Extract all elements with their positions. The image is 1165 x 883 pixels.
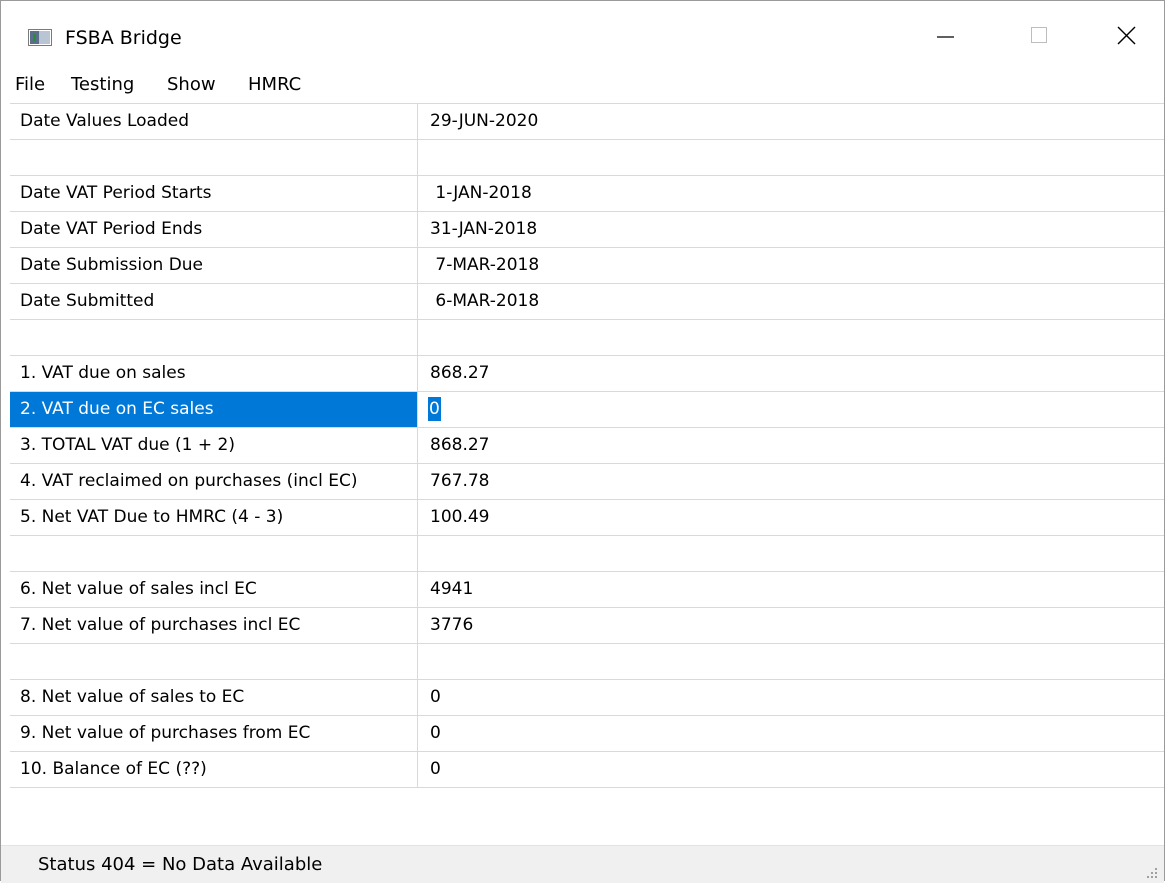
row-value-cell[interactable]: 29-JUN-2020 [418,104,1164,139]
row-label-cell[interactable]: Date Submitted [10,284,418,319]
table-row[interactable]: 5. Net VAT Due to HMRC (4 - 3) 100.49 [10,500,1164,536]
row-value-cell[interactable]: 0 [418,680,1164,715]
table-row[interactable]: 3. TOTAL VAT due (1 + 2) 868.27 [10,428,1164,464]
menu-hmrc[interactable]: HMRC [248,73,301,97]
table-row[interactable]: Date Values Loaded 29-JUN-2020 [10,104,1164,140]
maximize-button[interactable] [992,1,1084,69]
row-value-cell[interactable]: 0 [418,752,1164,787]
row-label-cell[interactable]: 8. Net value of sales to EC [10,680,418,715]
table-row[interactable]: 4. VAT reclaimed on purchases (incl EC) 7… [10,464,1164,500]
window-title: FSBA Bridge [65,27,182,49]
table-row[interactable]: 8. Net value of sales to EC 0 [10,680,1164,716]
row-value-cell[interactable] [418,644,1164,679]
minimize-icon [937,36,954,38]
table-row[interactable]: 10. Balance of EC (??) 0 [10,752,1164,788]
row-label-cell[interactable]: 5. Net VAT Due to HMRC (4 - 3) [10,500,418,535]
table-row[interactable]: Date VAT Period Starts 1-JAN-2018 [10,176,1164,212]
value-edit-field[interactable]: 0 [418,392,1164,427]
table-row[interactable]: Date VAT Period Ends 31-JAN-2018 [10,212,1164,248]
status-text: Status 404 = No Data Available [38,854,323,875]
table-row[interactable]: Date Submission Due 7-MAR-2018 [10,248,1164,284]
row-value-cell[interactable]: 100.49 [418,500,1164,535]
table-row[interactable]: 6. Net value of sales incl EC 4941 [10,572,1164,608]
minimize-button[interactable] [900,1,992,69]
row-value-cell[interactable]: 6-MAR-2018 [418,284,1164,319]
selected-value-text[interactable]: 0 [428,397,441,421]
row-label-cell[interactable]: 10. Balance of EC (??) [10,752,418,787]
row-value-cell[interactable]: 767.78 [418,464,1164,499]
vat-return-grid: Date Values Loaded 29-JUN-2020 Date VAT Pe… [10,103,1164,788]
row-value-cell[interactable]: 4941 [418,572,1164,607]
row-value-cell[interactable] [418,140,1164,175]
row-label-cell[interactable] [10,536,418,571]
row-value-cell[interactable]: 0 [418,716,1164,751]
row-label-cell[interactable] [10,320,418,355]
table-row[interactable] [10,536,1164,572]
row-label-cell[interactable]: Date Submission Due [10,248,418,283]
row-label-cell[interactable]: Date Values Loaded [10,104,418,139]
table-row[interactable]: 2. VAT due on EC sales 0 [10,392,1164,428]
row-value-cell[interactable]: 7-MAR-2018 [418,248,1164,283]
menu-show[interactable]: Show [167,73,216,97]
row-value-cell[interactable]: 868.27 [418,428,1164,463]
table-row[interactable]: 9. Net value of purchases from EC 0 [10,716,1164,752]
row-value-cell[interactable]: 31-JAN-2018 [418,212,1164,247]
menu-bar: File Testing Show HMRC [1,69,1164,103]
close-button[interactable] [1072,1,1164,69]
table-row[interactable]: 7. Net value of purchases incl EC 3776 [10,608,1164,644]
menu-file[interactable]: File [15,73,45,97]
row-value-cell[interactable]: 3776 [418,608,1164,643]
status-bar: Status 404 = No Data Available [1,845,1164,883]
row-label-cell[interactable]: 2. VAT due on EC sales [10,392,418,427]
row-label-cell[interactable]: 7. Net value of purchases incl EC [10,608,418,643]
maximize-icon [1031,27,1047,43]
table-row[interactable]: Date Submitted 6-MAR-2018 [10,284,1164,320]
row-value-cell[interactable]: 868.27 [418,356,1164,391]
row-label-cell[interactable]: 3. TOTAL VAT due (1 + 2) [10,428,418,463]
title-bar[interactable]: FSBA Bridge [1,1,1164,69]
row-label-cell[interactable] [10,644,418,679]
close-icon [1117,26,1136,45]
main-window: FSBA Bridge File Testing Show HMRC Date … [0,0,1165,883]
row-label-cell[interactable]: 1. VAT due on sales [10,356,418,391]
row-label-cell[interactable]: 9. Net value of purchases from EC [10,716,418,751]
row-value-cell[interactable] [418,536,1164,571]
row-label-cell[interactable] [10,140,418,175]
row-label-cell[interactable]: Date VAT Period Starts [10,176,418,211]
resize-grip-icon[interactable] [1146,867,1158,879]
menu-testing[interactable]: Testing [71,73,134,97]
app-window-icon [28,29,52,46]
row-label-cell[interactable]: Date VAT Period Ends [10,212,418,247]
row-label-cell[interactable]: 4. VAT reclaimed on purchases (incl EC) [10,464,418,499]
row-value-cell[interactable] [418,320,1164,355]
table-row[interactable] [10,320,1164,356]
row-value-cell[interactable]: 1-JAN-2018 [418,176,1164,211]
table-row[interactable]: 1. VAT due on sales 868.27 [10,356,1164,392]
table-row[interactable] [10,644,1164,680]
table-row[interactable] [10,140,1164,176]
row-label-cell[interactable]: 6. Net value of sales incl EC [10,572,418,607]
